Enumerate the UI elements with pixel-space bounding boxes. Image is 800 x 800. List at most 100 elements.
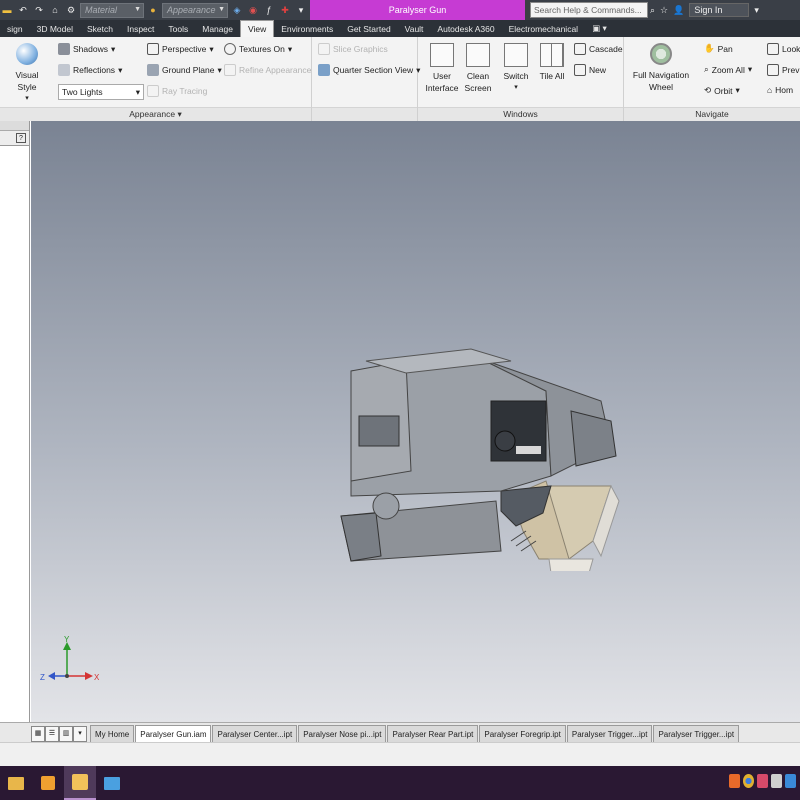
help-icon[interactable]: ? (16, 133, 26, 143)
triad-y-label: Y (64, 636, 70, 644)
windows-panel: User Interface Clean Screen Switch ▾ Tile A… (418, 37, 624, 121)
tile-view-icon[interactable]: ▦ (31, 726, 45, 742)
measure-icon[interactable]: ◈ (230, 3, 244, 17)
tab-3d-model[interactable]: 3D Model (30, 20, 80, 37)
document-tabs: ▦ ☰ ▥ ▾ My Home Paralyser Gun.iam Paralyse… (0, 722, 800, 742)
tray-dropbox-icon[interactable] (785, 774, 796, 788)
menu-icon[interactable]: ▾ (73, 726, 87, 742)
tab-overflow-icon[interactable]: ▣ ▾ (585, 20, 614, 37)
model-browser[interactable]: ? (0, 121, 30, 722)
ribbon-tabs: sign 3D Model Sketch Inspect Tools Manage View… (0, 20, 800, 37)
file-explorer-icon[interactable] (0, 766, 32, 800)
slice-graphics-button[interactable]: Slice Graphics (318, 43, 388, 55)
tab-inspect[interactable]: Inspect (120, 20, 161, 37)
tile-all-icon (540, 43, 564, 67)
tab-sign[interactable]: sign (0, 20, 30, 37)
constraint-icon[interactable]: ✚ (278, 3, 292, 17)
appearance-icon: ● (150, 5, 156, 15)
visual-style-button[interactable]: Visual Style ▾ (6, 43, 48, 105)
switch-button[interactable]: Switch ▾ (500, 43, 532, 94)
sign-in-dropdown-icon[interactable]: ▾ (754, 5, 759, 16)
paralyser-gun-model[interactable] (311, 241, 641, 571)
look-at-button[interactable]: Look (767, 43, 800, 55)
settings-icon[interactable]: ⚙ (64, 3, 78, 17)
visual-style-icon (16, 43, 38, 65)
quick-access-toolbar: ▬ ↶ ↷ ⌂ ⚙ Material ▼ ● Appearance ▼ ◈ ◉ ƒ … (0, 0, 308, 20)
tab-electromechanical[interactable]: Electromechanical (502, 20, 585, 37)
tray-network-icon[interactable] (771, 774, 782, 788)
horizontal-view-icon[interactable]: ☰ (45, 726, 59, 742)
appearance-panel-label[interactable]: Appearance ▾ (0, 107, 311, 121)
previous-view-icon (767, 64, 779, 76)
slice-icon (318, 43, 330, 55)
navigate-panel-label: Navigate (624, 107, 800, 121)
home-icon[interactable]: ⌂ (48, 3, 62, 17)
tab-get-started[interactable]: Get Started (340, 20, 397, 37)
vertical-view-icon[interactable]: ▥ (59, 726, 73, 742)
tab-manage[interactable]: Manage (195, 20, 240, 37)
document-tab[interactable]: Paralyser Trigger...ipt (566, 725, 653, 742)
new-window-button[interactable]: New (574, 64, 606, 76)
ground-plane-button[interactable]: Ground Plane ▾ (147, 64, 222, 76)
tile-all-button[interactable]: Tile All (536, 43, 568, 82)
tab-sketch[interactable]: Sketch (80, 20, 120, 37)
material-combo[interactable]: Material ▼ (80, 2, 144, 18)
tab-autodesk-a360[interactable]: Autodesk A360 (430, 20, 501, 37)
reflections-button[interactable]: Reflections ▾ (58, 64, 122, 76)
tray-app-icon[interactable] (729, 774, 740, 788)
tray-skype-icon[interactable] (757, 774, 768, 788)
quarter-section-button[interactable]: Quarter Section View ▾ (318, 64, 420, 76)
home-view-button[interactable]: ⌂ Hom (767, 85, 793, 95)
textures-on-button[interactable]: Textures On ▾ (224, 43, 292, 55)
tab-vault[interactable]: Vault (398, 20, 431, 37)
section-panel: Slice Graphics Quarter Section View ▾ (312, 37, 420, 121)
triad-x-label: X (94, 673, 99, 682)
function-icon[interactable]: ƒ (262, 3, 276, 17)
view-triad[interactable]: Y X Z (39, 636, 99, 686)
system-tray (729, 774, 796, 788)
tab-tools[interactable]: Tools (161, 20, 195, 37)
document-tab[interactable]: Paralyser Gun.iam (135, 725, 212, 742)
document-tab[interactable]: Paralyser Rear Part.ipt (387, 725, 479, 742)
document-tab[interactable]: Paralyser Nose pi...ipt (298, 725, 387, 742)
refine-appearance-button[interactable]: Refine Appearance (224, 64, 311, 76)
look-at-icon (767, 43, 779, 55)
document-tab[interactable]: Paralyser Trigger...ipt (653, 725, 740, 742)
inventor-taskbar-icon[interactable] (64, 766, 96, 800)
tab-environments[interactable]: Environments (274, 20, 340, 37)
ribbon: Visual Style ▾ Shadows ▾ Reflections ▾ T… (0, 37, 800, 121)
orbit-icon: ⟲ (704, 85, 712, 95)
cascade-button[interactable]: Cascade (574, 43, 623, 55)
pan-button[interactable]: ✋ Pan (704, 43, 733, 54)
open-folder-icon[interactable]: ▬ (0, 3, 14, 17)
favorites-icon[interactable]: ☆ (660, 5, 668, 16)
document-tab[interactable]: My Home (90, 725, 135, 742)
full-navigation-wheel-button[interactable]: Full Navigation Wheel (630, 43, 692, 93)
document-tab[interactable]: Paralyser Center...ipt (212, 725, 298, 742)
previous-view-button[interactable]: Previ (767, 64, 800, 76)
clean-screen-button[interactable]: Clean Screen (462, 43, 494, 94)
graphics-viewport[interactable]: Y X Z (31, 121, 800, 722)
redo-icon[interactable]: ↷ (32, 3, 46, 17)
orbit-button[interactable]: ⟲ Orbit ▾ (704, 85, 740, 96)
document-tab[interactable]: Paralyser Foregrip.ipt (479, 725, 566, 742)
user-interface-button[interactable]: User Interface (424, 43, 460, 94)
perspective-button[interactable]: Perspective ▾ (147, 43, 214, 55)
user-icon: 👤 (673, 4, 685, 15)
parameters-icon[interactable]: ◉ (246, 3, 260, 17)
tray-chrome-icon[interactable] (743, 774, 754, 788)
qat-dropdown-icon[interactable]: ▾ (294, 3, 308, 17)
binoculars-icon[interactable]: ⌕ (650, 5, 655, 16)
sign-in-button[interactable]: Sign In (689, 3, 750, 17)
undo-icon[interactable]: ↶ (16, 3, 30, 17)
tab-view[interactable]: View (239, 20, 275, 37)
search-input[interactable]: Search Help & Commands... (530, 2, 648, 18)
media-player-icon[interactable] (32, 766, 64, 800)
lighting-style-combo[interactable]: Two Lights ▾ (58, 84, 144, 100)
appearance-combo[interactable]: Appearance ▼ (162, 2, 228, 18)
image-viewer-icon[interactable] (96, 766, 128, 800)
pan-icon: ✋ (704, 43, 715, 53)
shadows-button[interactable]: Shadows ▾ (58, 43, 115, 55)
ray-tracing-button[interactable]: Ray Tracing (147, 85, 207, 97)
zoom-all-button[interactable]: ⌕ Zoom All ▾ (704, 64, 752, 75)
